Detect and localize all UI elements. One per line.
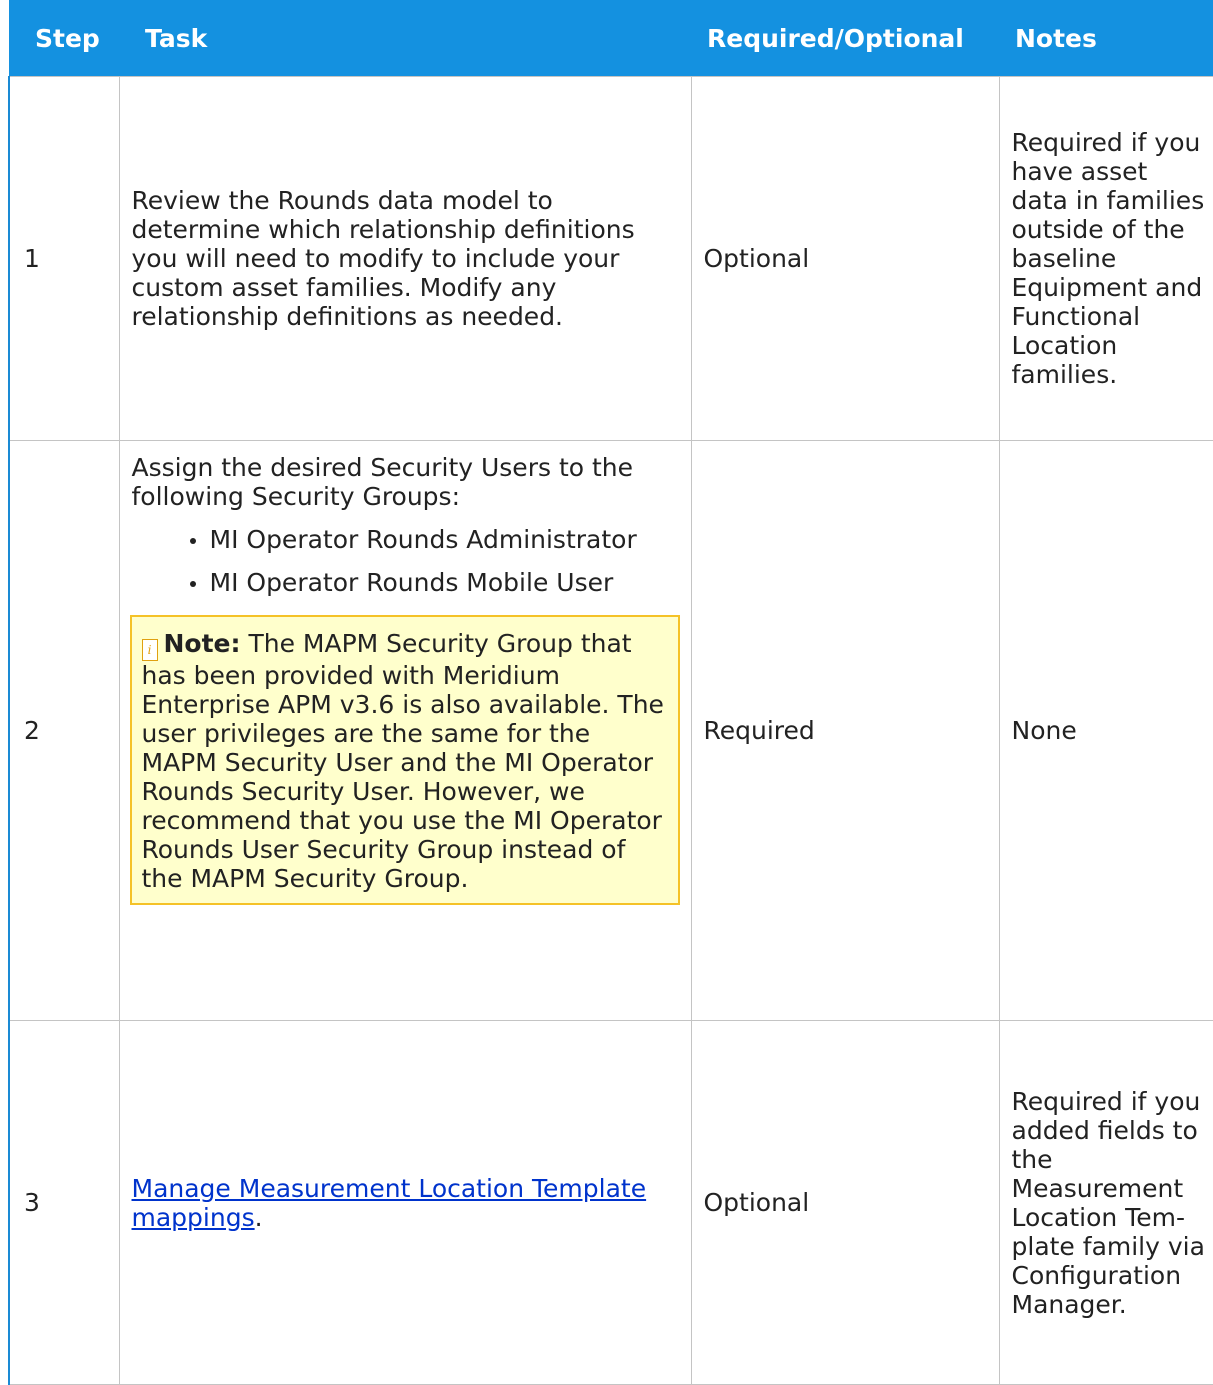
required-status: Optional xyxy=(690,1020,1000,1385)
task-suffix: . xyxy=(254,1202,263,1232)
task-description: Manage Measurement Location Tem­plate ma… xyxy=(118,1020,692,1385)
header-step: Step xyxy=(9,0,119,77)
list-item: MI Operator Rounds Administrator xyxy=(189,525,679,554)
table-row: 1 Review the Rounds data model to determ… xyxy=(8,76,1213,441)
task-description: Review the Rounds data model to determin… xyxy=(118,76,692,441)
task-description: Assign the desired Security Users to the… xyxy=(118,440,692,1021)
manage-mappings-link[interactable]: Manage Measurement Location Tem­plate ma… xyxy=(132,1174,647,1232)
note-box: i Note: The MAPM Security Group that has … xyxy=(129,615,680,905)
step-notes: Required if you added fields to the Meas… xyxy=(998,1020,1213,1385)
note-icon: i xyxy=(141,639,158,661)
note-text: The MAPM Security Group that has been pr… xyxy=(141,629,664,893)
rounds-setup-steps-table: Step Task Required/Optional Notes 1 Revi… xyxy=(8,0,1213,1385)
header-task: Task xyxy=(119,0,691,77)
task-intro: Assign the desired Security Users to the… xyxy=(131,453,634,511)
table-row: 3 Manage Measurement Location Tem­plate … xyxy=(8,1020,1213,1385)
header-required-optional: Required/Optional xyxy=(691,0,999,77)
step-number: 2 xyxy=(8,440,120,1021)
security-group-list: MI Operator Rounds Administrator MI Oper… xyxy=(132,525,679,597)
note-label: Note: xyxy=(163,629,241,658)
table-header-row: Step Task Required/Optional Notes xyxy=(9,0,1213,77)
step-notes: None xyxy=(998,440,1213,1021)
list-item: MI Operator Rounds Mobile User xyxy=(189,568,679,597)
step-notes: Required if you have asset data in famil… xyxy=(998,76,1213,441)
header-notes: Notes xyxy=(999,0,1213,77)
required-status: Required xyxy=(690,440,1000,1021)
table-row: 2 Assign the desired Security Users to t… xyxy=(8,440,1213,1021)
required-status: Optional xyxy=(690,76,1000,441)
step-number: 1 xyxy=(8,76,120,441)
step-number: 3 xyxy=(8,1020,120,1385)
